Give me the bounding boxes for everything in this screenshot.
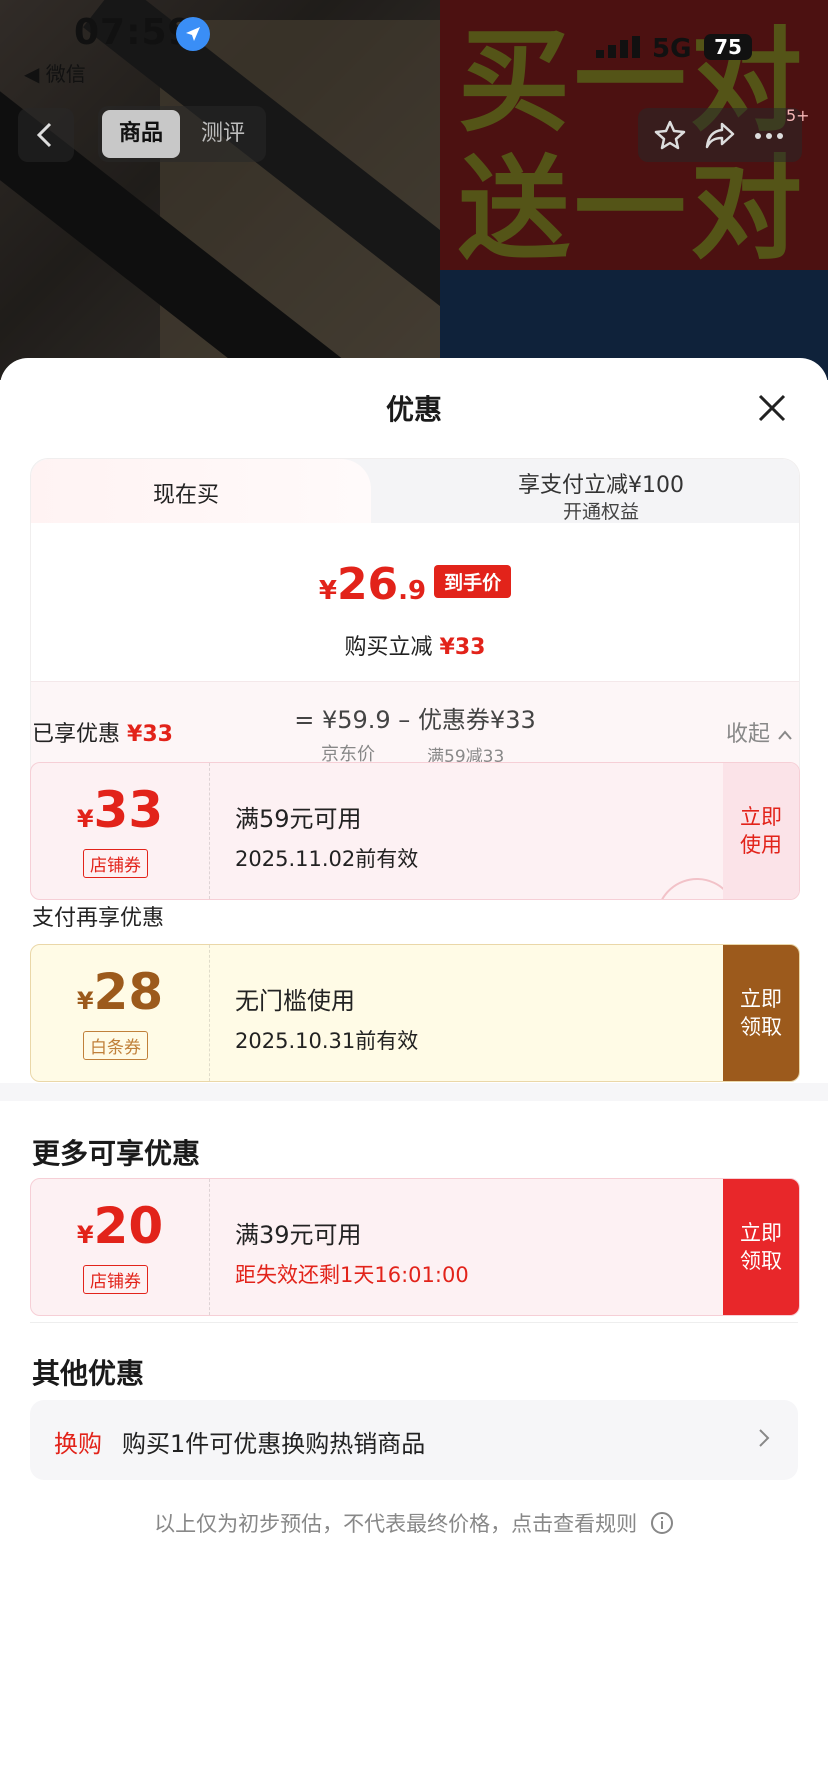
disclaimer-link[interactable]: 以上仅为初步预估，不代表最终价格，点击查看规则 xyxy=(0,1508,828,1538)
coupon-condition: 满39元可用 xyxy=(235,1221,362,1249)
product-review-tabs: 商品 测评 xyxy=(98,106,266,162)
network-type: 5G xyxy=(652,34,692,64)
trade-in-offer[interactable]: 换购 购买1件可优惠换购热销商品 xyxy=(30,1400,798,1480)
coupon-validity: 2025.10.31前有效 xyxy=(235,1029,419,1053)
tab-buy-now[interactable]: 现在买 xyxy=(31,477,341,509)
price-card: 现在买 享支付立减¥100 开通权益 ¥26.9 到手价 购买立减 ¥33 = ¥… xyxy=(30,458,800,800)
more-icon[interactable] xyxy=(754,132,784,140)
more-discounts-heading: 更多可享优惠 xyxy=(32,1137,201,1170)
coupon-type-badge: 店铺券 xyxy=(83,1265,148,1294)
coupon-type-badge: 白条券 xyxy=(83,1031,148,1060)
price-tabs: 现在买 享支付立减¥100 开通权益 xyxy=(31,459,799,523)
purchase-reduction: 购买立减 ¥33 xyxy=(344,635,486,660)
coupon-condition: 无门槛使用 xyxy=(235,987,355,1015)
trade-in-tag: 换购 xyxy=(54,1430,102,1458)
chevron-up-icon xyxy=(778,730,792,740)
status-bar: 07:59 ◀ 微信 5G 75 xyxy=(0,0,828,90)
coupon-countdown: 距失效还剩1天16:01:00 xyxy=(235,1263,469,1287)
tab-pay-discount[interactable]: 享支付立减¥100 xyxy=(431,467,771,499)
coupon-amount: ¥20 xyxy=(76,1197,164,1255)
other-discounts-heading: 其他优惠 xyxy=(32,1357,145,1390)
coupon-validity: 2025.11.02前有效 xyxy=(235,847,419,871)
pay-more-discount-label: 支付再享优惠 xyxy=(32,906,165,931)
share-icon[interactable] xyxy=(704,120,736,150)
back-button[interactable] xyxy=(18,108,74,162)
coupon-card: ¥33 店铺券 满59元可用 2025.11.02前有效 已领 立即使用 xyxy=(30,762,800,900)
trade-in-text: 购买1件可优惠换购热销商品 xyxy=(122,1430,426,1458)
final-price: ¥26.9 到手价 xyxy=(31,559,799,610)
final-price-tag: 到手价 xyxy=(434,565,512,598)
back-to-wechat-link[interactable]: ◀ 微信 xyxy=(24,58,86,87)
coupon-condition: 满59元可用 xyxy=(235,805,362,833)
claim-coupon-button[interactable]: 立即领取 xyxy=(723,945,799,1081)
chevron-right-icon xyxy=(759,1429,770,1447)
coupon-amount: ¥28 xyxy=(76,963,164,1021)
coupon-amount: ¥33 xyxy=(76,781,164,839)
sheet-title: 优惠 xyxy=(385,393,442,426)
signal-icon xyxy=(596,36,640,58)
collapse-toggle[interactable]: 收起 xyxy=(726,716,793,748)
location-icon xyxy=(176,17,210,51)
battery-icon: 75 xyxy=(704,34,752,60)
chevron-left-icon xyxy=(36,122,52,148)
coupon-card: ¥20 店铺券 满39元可用 距失效还剩1天16:01:00 立即领取 xyxy=(30,1178,800,1316)
tab-review[interactable]: 测评 xyxy=(184,110,262,158)
close-button[interactable] xyxy=(756,392,788,424)
tab-product[interactable]: 商品 xyxy=(102,110,180,158)
info-icon xyxy=(650,1512,673,1534)
message-badge: 5+ xyxy=(786,106,810,125)
claim-coupon-button[interactable]: 立即领取 xyxy=(723,1179,799,1315)
use-coupon-button[interactable]: 立即使用 xyxy=(723,763,799,899)
nav-actions xyxy=(638,108,802,162)
tab-pay-discount-subtitle[interactable]: 开通权益 xyxy=(431,497,771,524)
star-icon[interactable] xyxy=(654,120,686,150)
coupon-card: ¥28 白条券 无门槛使用 2025.10.31前有效 立即领取 xyxy=(30,944,800,1082)
enjoyed-discount-label: 已享优惠 ¥33 xyxy=(32,722,173,747)
coupon-type-badge: 店铺券 xyxy=(83,849,148,878)
close-icon xyxy=(758,394,786,422)
discount-sheet: 优惠 现在买 享支付立减¥100 开通权益 ¥26.9 到手价 购买立减 ¥33 … xyxy=(0,358,828,1792)
final-price-integer: 26 xyxy=(336,559,399,610)
